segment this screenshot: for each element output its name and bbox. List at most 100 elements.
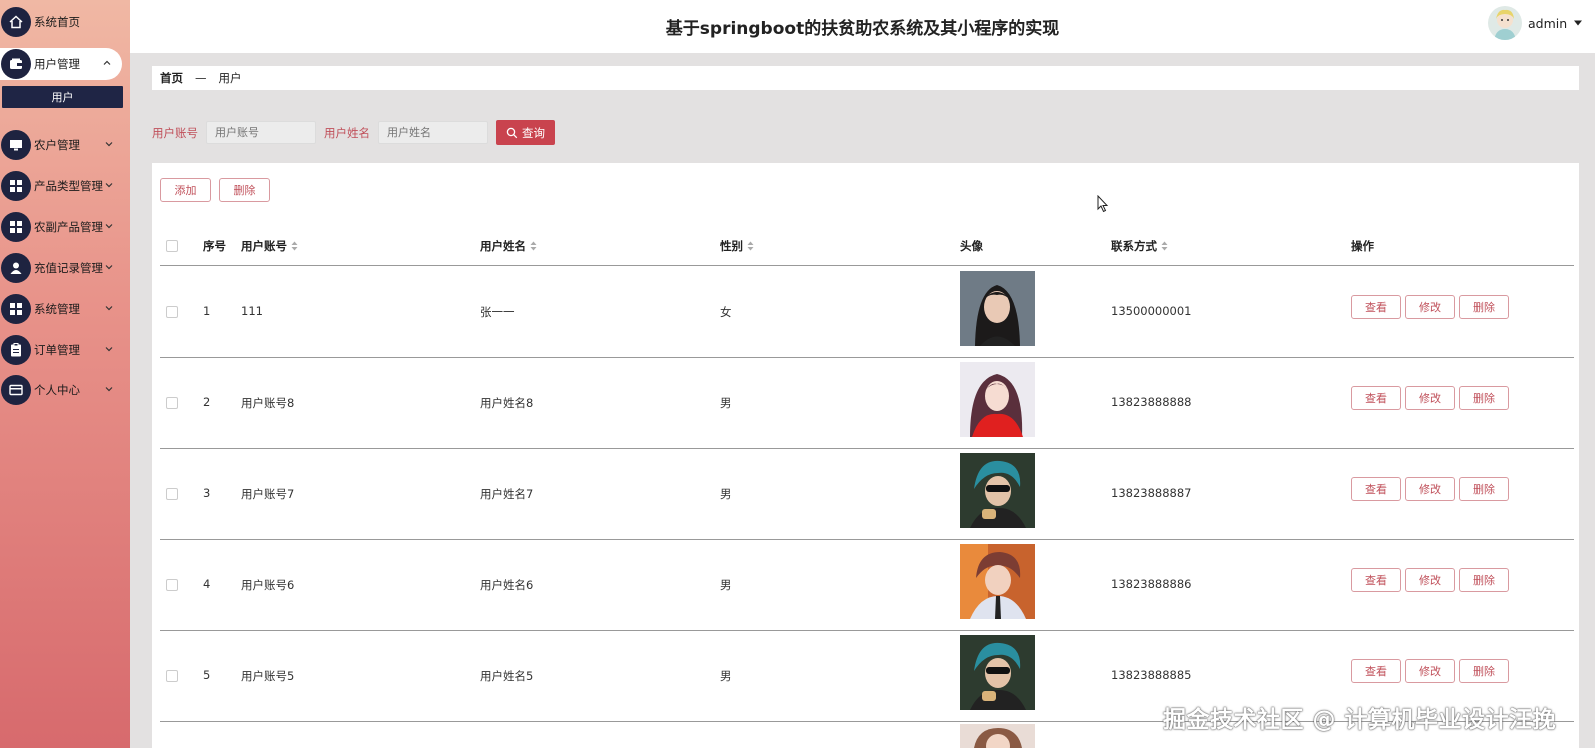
row-checkbox[interactable] [166,488,178,500]
top-header: 基于springboot的扶贫助农系统及其小程序的实现 admin [130,0,1595,53]
avatar-photo[interactable] [960,724,1035,748]
sidebar-item-product-type[interactable]: 产品类型管理 [0,169,124,203]
cell-name: 用户姓名8 [480,396,534,410]
query-button-label: 查询 [522,125,545,140]
cell-phone: 13823888886 [1111,577,1192,591]
name-search-input[interactable] [378,121,488,144]
delete-button[interactable]: 删除 [1459,386,1509,410]
avatar-photo[interactable] [960,453,1035,528]
sidebar-item-profile[interactable]: 个人中心 [0,373,124,407]
row-checkbox[interactable] [166,579,178,591]
view-button[interactable]: 查看 [1351,295,1401,319]
column-header-account[interactable]: 用户账号 [241,238,298,254]
chevron-down-icon [105,183,113,188]
grid-icon [1,294,31,324]
sidebar-item-label: 订单管理 [34,343,80,357]
sidebar-item-label: 农户管理 [34,138,80,152]
row-checkbox[interactable] [166,306,178,318]
search-icon [506,127,518,138]
sort-icon[interactable] [530,241,537,251]
cell-index: 5 [203,668,211,682]
cell-phone: 13823888888 [1111,395,1192,409]
cell-index: 3 [203,486,211,500]
view-button[interactable]: 查看 [1351,659,1401,683]
column-header-phone[interactable]: 联系方式 [1111,238,1168,254]
sort-icon[interactable] [1161,241,1168,251]
delete-button[interactable]: 删除 [1459,295,1509,319]
cell-gender: 男 [720,669,732,683]
edit-button[interactable]: 修改 [1405,659,1455,683]
cell-index: 2 [203,395,211,409]
sidebar-item-recharge[interactable]: 充值记录管理 [0,251,124,285]
cell-name: 张一一 [480,305,515,319]
avatar-photo[interactable] [960,635,1035,710]
cell-name: 用户姓名6 [480,578,534,592]
cell-index: 4 [203,577,211,591]
page-title: 基于springboot的扶贫助农系统及其小程序的实现 [665,19,1060,39]
table-row: 3 用户账号7 用户姓名7 男 13823888887 查看 修改 删除 [160,448,1574,540]
clipboard-icon [1,335,31,365]
delete-button[interactable]: 删除 [1459,477,1509,501]
cell-name: 用户姓名7 [480,487,534,501]
select-all-checkbox[interactable] [166,240,178,252]
row-checkbox[interactable] [166,397,178,409]
sidebar-item-farmer[interactable]: 农户管理 [0,128,124,162]
table-row: 2 用户账号8 用户姓名8 男 13823888888 查看 修改 删除 [160,357,1574,449]
sidebar-item-home[interactable]: 系统首页 [0,5,124,39]
chevron-up-icon [103,60,111,65]
chevron-down-icon [105,224,113,229]
breadcrumb-home[interactable]: 首页 [160,70,183,86]
edit-button[interactable]: 修改 [1405,568,1455,592]
monitor-icon [1,130,31,160]
table-row: 1 111 张一一 女 13500000001 查看 修改 删除 [160,266,1574,358]
mouse-cursor-icon [1097,195,1109,213]
sidebar-item-orders[interactable]: 订单管理 [0,333,124,367]
account-search-label: 用户账号 [152,125,198,140]
column-header-avatar: 头像 [960,239,983,253]
avatar[interactable] [1488,6,1522,40]
grid-icon [1,171,31,201]
chevron-down-icon [105,387,113,392]
caret-down-icon[interactable] [1573,19,1583,27]
view-button[interactable]: 查看 [1351,386,1401,410]
cell-gender: 女 [720,305,732,319]
cell-phone: 13500000001 [1111,304,1192,318]
batch-delete-button[interactable]: 删除 [219,178,270,202]
cell-index: 1 [203,304,211,318]
search-bar: 用户账号 用户姓名 查询 [152,120,555,145]
sidebar-item-label: 农副产品管理 [34,220,103,234]
avatar-photo[interactable] [960,362,1035,437]
user-name[interactable]: admin [1528,16,1567,31]
card-icon [1,375,31,405]
delete-button[interactable]: 删除 [1459,568,1509,592]
avatar-photo[interactable] [960,544,1035,619]
sidebar-item-system[interactable]: 系统管理 [0,292,124,326]
delete-button[interactable]: 删除 [1459,659,1509,683]
sidebar-item-user-management[interactable]: 用户管理 [0,48,122,80]
account-search-input[interactable] [206,121,316,144]
edit-button[interactable]: 修改 [1405,386,1455,410]
sidebar-item-label: 用户管理 [34,57,80,71]
sidebar-item-product[interactable]: 农副产品管理 [0,210,124,244]
column-header-actions: 操作 [1351,239,1374,253]
view-button[interactable]: 查看 [1351,477,1401,501]
column-header-gender[interactable]: 性别 [720,238,754,254]
cell-gender: 男 [720,487,732,501]
sidebar-subitem-user[interactable]: 用户 [2,86,123,108]
edit-button[interactable]: 修改 [1405,477,1455,501]
cell-gender: 男 [720,396,732,410]
add-button[interactable]: 添加 [160,178,211,202]
name-search-label: 用户姓名 [324,125,370,140]
breadcrumb: 首页 — 用户 [152,66,1579,90]
edit-button[interactable]: 修改 [1405,295,1455,319]
column-header-index: 序号 [203,239,226,253]
sort-icon[interactable] [747,241,754,251]
row-checkbox[interactable] [166,670,178,682]
table-header: 序号 用户账号 用户姓名 性别 头像 联系方式 操作 [160,225,1574,266]
view-button[interactable]: 查看 [1351,568,1401,592]
avatar-photo[interactable] [960,271,1035,346]
table-row: 4 用户账号6 用户姓名6 男 13823888886 查看 修改 删除 [160,539,1574,631]
sort-icon[interactable] [291,241,298,251]
query-button[interactable]: 查询 [496,120,555,145]
column-header-name[interactable]: 用户姓名 [480,238,537,254]
